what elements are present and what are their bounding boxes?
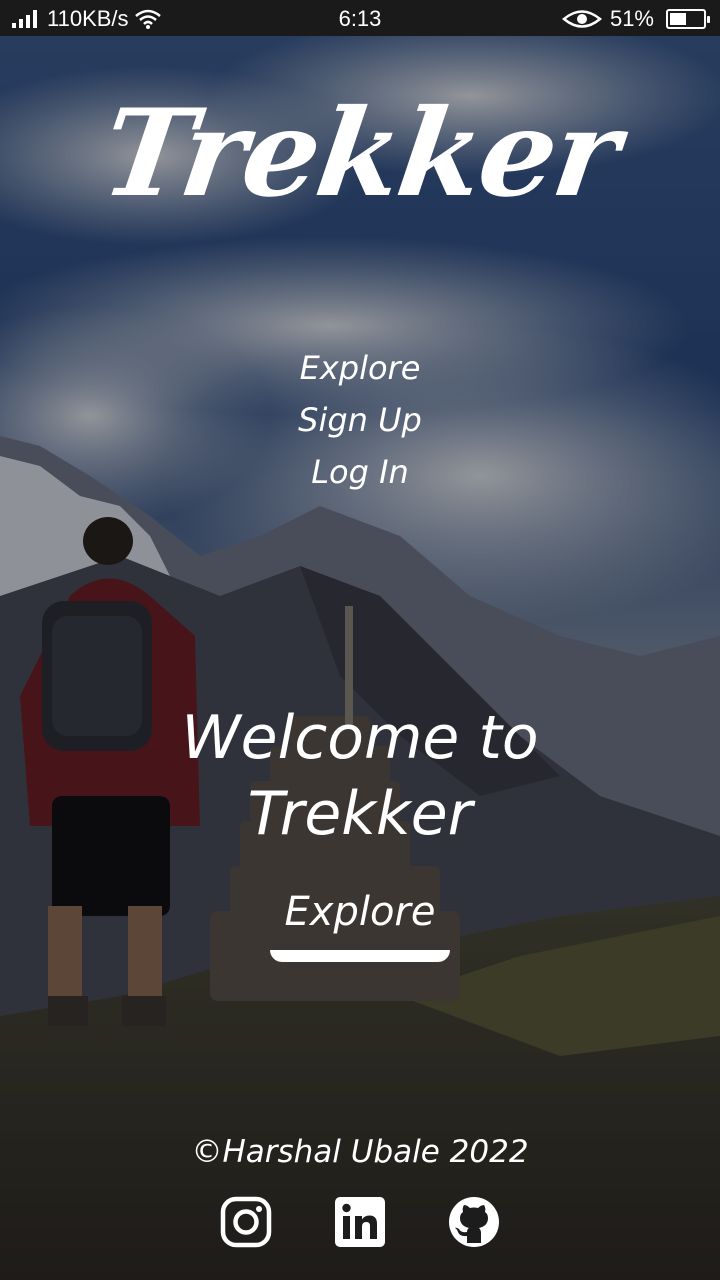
status-bar-right: 51% [561, 6, 710, 32]
github-link[interactable] [448, 1196, 500, 1248]
battery-fill [670, 13, 686, 25]
nav-login-link[interactable]: Log In [0, 446, 720, 498]
eye-icon [561, 10, 602, 28]
nav-explore-link[interactable]: Explore [0, 342, 720, 394]
linkedin-icon [335, 1197, 385, 1247]
explore-button-label: Explore [284, 889, 436, 935]
linkedin-link[interactable] [334, 1196, 386, 1248]
github-icon [449, 1197, 499, 1247]
nav-signup-link[interactable]: Sign Up [0, 394, 720, 446]
explore-button-underline [270, 950, 450, 962]
explore-button[interactable]: Explore [270, 884, 450, 962]
status-bar: 110KB/s 6:13 51% [0, 0, 720, 36]
battery-icon [666, 9, 710, 29]
welcome-line-2: Trekker [247, 779, 473, 849]
main-nav: Explore Sign Up Log In [0, 342, 720, 498]
battery-percent: 51% [609, 6, 654, 31]
instagram-link[interactable] [220, 1196, 272, 1248]
brand-logo[interactable]: Trekker [0, 83, 720, 224]
copyright-text: ©Harshal Ubale 2022 [191, 1134, 529, 1170]
social-links [0, 1196, 720, 1250]
welcome-line-1: Welcome to [181, 703, 539, 773]
instagram-icon [220, 1196, 272, 1248]
welcome-heading: Welcome to Trekker [0, 700, 720, 852]
